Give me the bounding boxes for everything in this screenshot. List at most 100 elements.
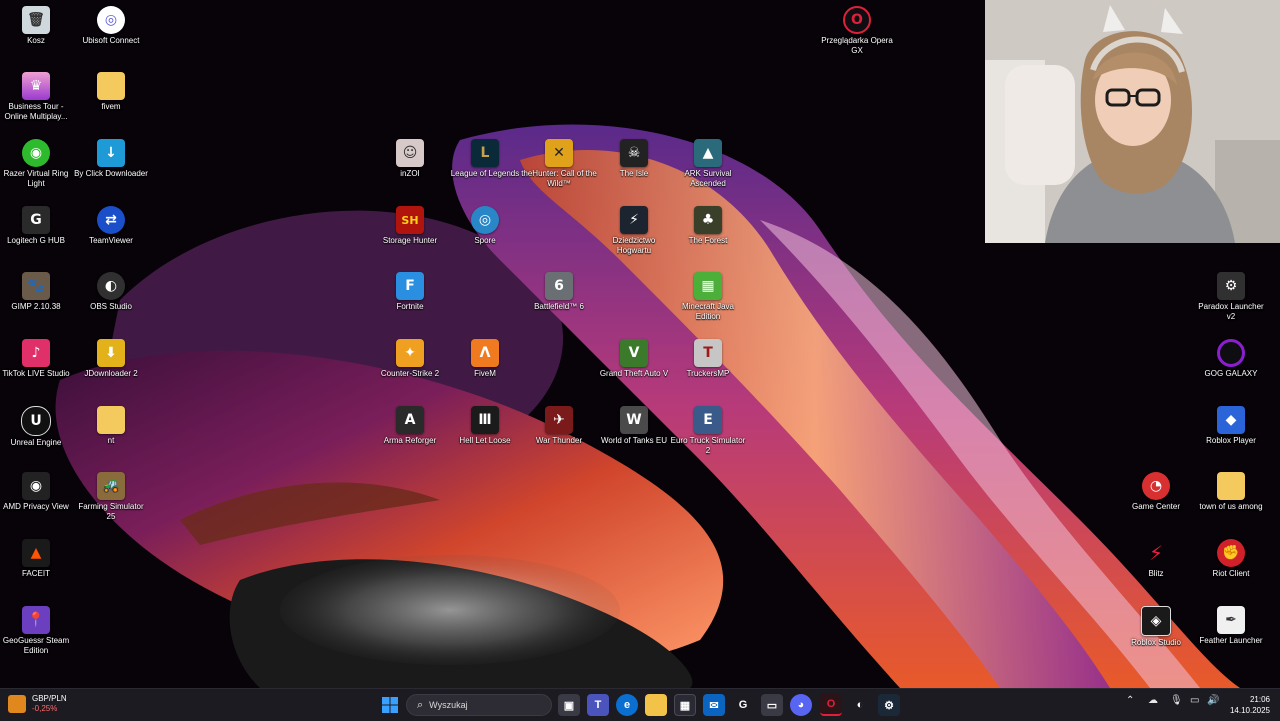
desktop-icon-spore[interactable]: ◎ Spore: [447, 206, 523, 270]
gta-icon: V: [620, 339, 648, 367]
desktop-icon-hogwarts[interactable]: ⚡ Dziedzictwo Hogwartu: [596, 206, 672, 270]
desktop-icon-fivem-folder[interactable]: fivem: [73, 72, 149, 136]
blitz-icon: ⚡: [1148, 541, 1164, 565]
system-clock[interactable]: 21:06 14.10.2025: [1230, 694, 1270, 716]
taskbar-search[interactable]: ⌕ Wyszukaj: [406, 694, 552, 716]
desktop-icon-label: Razer Virtual Ring Light: [3, 169, 69, 188]
desktop-icon-arma[interactable]: A Arma Reforger: [372, 406, 448, 470]
desktop-icon-the-isle[interactable]: ☠ The Isle: [596, 139, 672, 203]
ubisoft-connect-icon: ◎: [97, 6, 125, 34]
desktop-icon-war-thunder[interactable]: ✈ War Thunder: [521, 406, 597, 470]
desktop-icon-hell-let-loose[interactable]: Ⅲ Hell Let Loose: [447, 406, 523, 470]
desktop-icon-opera-gx[interactable]: O Przeglądarka Opera GX: [819, 6, 895, 70]
volume-icon[interactable]: 🔊: [1207, 695, 1219, 706]
clock-date: 14.10.2025: [1229, 706, 1270, 715]
paradox-icon: ⚙: [1217, 272, 1245, 300]
steam-button[interactable]: ⚙: [878, 694, 900, 716]
desktop-icon-razer[interactable]: ◉ Razer Virtual Ring Light: [0, 139, 74, 203]
hogwarts-icon: ⚡: [620, 206, 648, 234]
desktop-icon-teamviewer[interactable]: ⇄ TeamViewer: [73, 206, 149, 270]
desktop-icon-town-of-us-folder[interactable]: town of us among: [1193, 472, 1269, 536]
network-icon[interactable]: ▭: [1190, 695, 1199, 706]
desktop-icon-paradox[interactable]: ⚙ Paradox Launcher v2: [1193, 272, 1269, 336]
amd-icon: ◉: [22, 472, 50, 500]
obs-taskbar-button[interactable]: ◐: [849, 694, 871, 716]
desktop-icon-wot[interactable]: W World of Tanks EU: [596, 406, 672, 470]
desktop-icon-the-forest[interactable]: ♣ The Forest: [670, 206, 746, 270]
taskbar: GBP/PLN -0,25% ⌕ Wyszukaj ▣ T e ▦ ✉ G ▭ …: [0, 688, 1280, 721]
desktop-icon-label: War Thunder: [535, 436, 583, 445]
desktop-icon-business-tour[interactable]: ♛ Business Tour - Online Multiplay...: [0, 72, 74, 136]
webcam-person-image: [985, 0, 1280, 243]
chevron-up-icon[interactable]: ⌃: [1126, 695, 1134, 706]
gcalc-button[interactable]: G: [732, 694, 754, 716]
desktop-icon-byclick[interactable]: ↓ By Click Downloader: [73, 139, 149, 203]
desktop-icon-tiktok[interactable]: ♪ TikTok LIVE Studio: [0, 339, 74, 403]
desktop-icon-roblox-player[interactable]: ◆ Roblox Player: [1193, 406, 1269, 470]
clock-time: 21:06: [1249, 695, 1270, 704]
desktop-icon-truckersmp[interactable]: T TruckersMP: [670, 339, 746, 403]
store-icon: ▦: [679, 699, 691, 712]
weather-widget[interactable]: GBP/PLN -0,25%: [8, 694, 67, 714]
desktop-icon-battlefield[interactable]: 6 Battlefield™ 6: [521, 272, 597, 336]
desktop-icon-unreal[interactable]: U Unreal Engine: [0, 406, 74, 470]
ark-icon: ▲: [694, 139, 722, 167]
desktop-icon-cs2[interactable]: ✦ Counter-Strike 2: [372, 339, 448, 403]
teams-button[interactable]: T: [587, 694, 609, 716]
task-view-button[interactable]: ▣: [558, 694, 580, 716]
desktop-icon-farming[interactable]: 🚜 Farming Simulator 25: [73, 472, 149, 536]
desktop-icon-geoguessr[interactable]: 📍 GeoGuessr Steam Edition: [0, 606, 74, 670]
desktop-icon-game-center[interactable]: ◔ Game Center: [1118, 472, 1194, 536]
fivem-app-icon: Λ: [471, 339, 499, 367]
file-explorer-button[interactable]: [645, 694, 667, 716]
desktop-icon-ets2[interactable]: E Euro Truck Simulator 2: [670, 406, 746, 470]
desktop-icon-label: Euro Truck Simulator 2: [670, 436, 746, 455]
desktop-icon-blitz[interactable]: ⚡ Blitz: [1118, 539, 1194, 603]
desktop-icon-label: AMD Privacy View: [3, 502, 69, 511]
desktop-icon-gog[interactable]: GOG GALAXY: [1193, 339, 1269, 403]
app-window-button[interactable]: ▭: [761, 694, 783, 716]
steam-icon: ⚙: [884, 699, 894, 712]
desktop-icon-gta[interactable]: V Grand Theft Auto V: [596, 339, 672, 403]
desktop-icon-label: Battlefield™ 6: [534, 302, 584, 311]
onedrive-icon[interactable]: ☁: [1148, 695, 1158, 706]
gog-icon: [1217, 339, 1245, 367]
league-icon: L: [471, 139, 499, 167]
desktop-icon-feather[interactable]: ✒ Feather Launcher: [1193, 606, 1269, 670]
desktop-icon-obs[interactable]: ◐ OBS Studio: [73, 272, 149, 336]
desktop-icon-amd[interactable]: ◉ AMD Privacy View: [0, 472, 74, 536]
desktop-icon-riot-client[interactable]: ✊ Riot Client: [1193, 539, 1269, 603]
teamviewer-icon: ⇄: [97, 206, 125, 234]
desktop-icon-fortnite[interactable]: F Fortnite: [372, 272, 448, 336]
desktop-icon-nt-folder[interactable]: nt: [73, 406, 149, 470]
desktop-icon-roblox-studio[interactable]: ◈ Roblox Studio: [1118, 606, 1194, 670]
discord-button[interactable]: ◕: [790, 694, 812, 716]
desktop-icon-league[interactable]: L League of Legends: [447, 139, 523, 203]
start-button[interactable]: [379, 694, 401, 716]
desktop-icon-ark[interactable]: ▲ ARK Survival Ascended: [670, 139, 746, 203]
battlefield-icon: 6: [545, 272, 573, 300]
desktop-icon-label: Minecraft Java Edition: [681, 302, 735, 321]
desktop-icon-inzoi[interactable]: ☺ inZOI: [372, 139, 448, 203]
desktop-icon-jdownloader[interactable]: ⬇ JDownloader 2: [73, 339, 149, 403]
farming-sim-icon: 🚜: [97, 472, 125, 500]
jdownloader-icon: ⬇: [97, 339, 125, 367]
desktop-icon-fivem[interactable]: Λ FiveM: [447, 339, 523, 403]
desktop-icon-gimp[interactable]: 🐾 GIMP 2.10.38: [0, 272, 74, 336]
desktop-icon-label: Przeglądarka Opera GX: [821, 36, 893, 55]
desktop-icon-label: GIMP 2.10.38: [11, 302, 61, 311]
opera-gx-taskbar-button[interactable]: O: [820, 694, 842, 716]
mail-button[interactable]: ✉: [703, 694, 725, 716]
desktop-icon-thehunter[interactable]: ✕ theHunter: Call of the Wild™: [521, 139, 597, 203]
desktop-icon-ubisoft[interactable]: ◎ Ubisoft Connect: [73, 6, 149, 70]
desktop-icon-faceit[interactable]: ▲ FACEIT: [0, 539, 74, 603]
store-button[interactable]: ▦: [674, 694, 696, 716]
desktop-icon-label: town of us among: [1199, 502, 1263, 511]
edge-button[interactable]: e: [616, 694, 638, 716]
desktop-icon-logitech[interactable]: G Logitech G HUB: [0, 206, 74, 270]
desktop-icon-kosz[interactable]: 🗑 Kosz: [0, 6, 74, 70]
desktop-icon-label: Arma Reforger: [383, 436, 437, 445]
desktop-icon-storage-hunter[interactable]: SH Storage Hunter: [372, 206, 448, 270]
microphone-icon[interactable]: 🎙: [1170, 695, 1183, 706]
desktop-icon-minecraft[interactable]: ▦ Minecraft Java Edition: [670, 272, 746, 336]
